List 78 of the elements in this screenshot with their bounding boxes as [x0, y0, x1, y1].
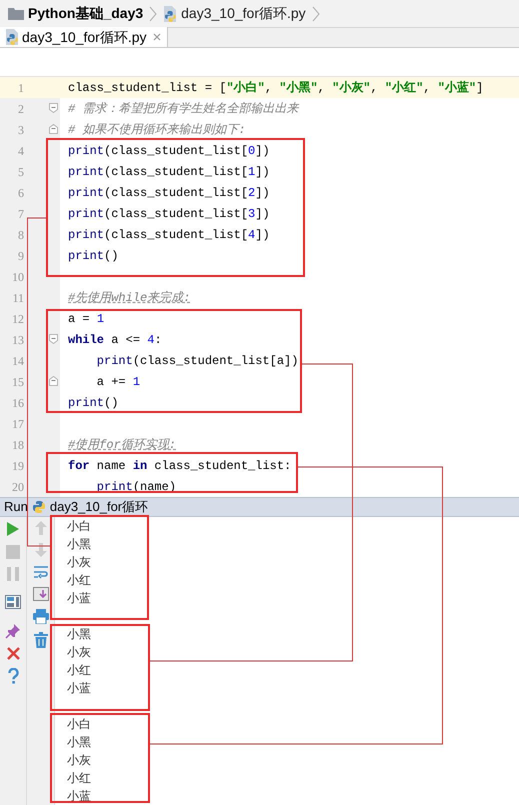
- trash-icon[interactable]: [34, 632, 48, 648]
- output-line: 小灰: [67, 554, 92, 571]
- code-line: #先使用while来完成:: [68, 290, 190, 306]
- code-line: # 如果不使用循环来输出则如下:: [68, 122, 246, 138]
- output-line: 小黑: [67, 734, 92, 751]
- pin-icon[interactable]: [5, 623, 21, 639]
- code-line: print(class_student_list[3]): [68, 206, 270, 222]
- line-number: 7: [17, 206, 24, 222]
- output-line: 小红: [67, 572, 92, 589]
- line-number: 14: [11, 352, 24, 370]
- line-number: 10: [11, 268, 24, 286]
- code-line: print(class_student_list[0]): [68, 142, 270, 160]
- line-number: 12: [11, 310, 24, 328]
- file-tab[interactable]: day3_10_for循环.py: [0, 27, 168, 47]
- output-line: 小黑: [67, 626, 92, 643]
- down-arrow-icon[interactable]: [34, 543, 46, 557]
- code-line: #使用for循环实现:: [68, 436, 176, 454]
- soft-wrap-icon[interactable]: [32, 565, 48, 579]
- line-number: 13: [11, 332, 24, 348]
- output-line: 小红: [67, 662, 92, 679]
- line-number: 17: [11, 416, 24, 432]
- line-number: 20: [11, 478, 24, 496]
- line-number: 1: [17, 80, 24, 96]
- print-icon[interactable]: [32, 609, 48, 624]
- code-line: print(name): [96, 478, 176, 496]
- python-file-icon: [163, 6, 178, 22]
- code-line: for name in class_student_list:: [68, 458, 292, 474]
- chevron-icon: [312, 6, 320, 22]
- run-icon[interactable]: [6, 521, 20, 537]
- folder-icon: [8, 7, 24, 20]
- line-number: 4: [17, 142, 24, 160]
- close-icon[interactable]: [152, 33, 161, 41]
- breadcrumb-item[interactable]: Python基础_day3: [28, 3, 144, 24]
- line-number: 15: [11, 374, 24, 390]
- output-line: 小黑: [67, 536, 92, 553]
- line-number: 8: [17, 226, 24, 244]
- help-icon[interactable]: [8, 668, 18, 684]
- layout-icon[interactable]: [5, 595, 21, 609]
- line-number: 2: [17, 100, 24, 118]
- run-config-name[interactable]: day3_10_for循环: [50, 497, 148, 517]
- line-number: 5: [17, 164, 24, 180]
- code-line: print(class_student_list[4]): [68, 226, 270, 244]
- line-number: 3: [17, 122, 24, 138]
- code-line: print(class_student_list[1]): [68, 164, 270, 180]
- chevron-icon: [149, 6, 158, 22]
- line-number: 9: [17, 248, 24, 264]
- python-file-icon: [5, 29, 19, 45]
- fold-marker-icon[interactable]: [49, 334, 58, 344]
- output-line: 小蓝: [67, 680, 92, 697]
- line-number: 11: [11, 290, 24, 306]
- code-line: print(): [68, 248, 118, 264]
- fold-marker-icon[interactable]: [49, 103, 58, 113]
- line-number: 18: [11, 436, 24, 454]
- code-line: a += 1: [96, 374, 140, 390]
- output-line: 小灰: [67, 752, 92, 769]
- line-number: 16: [11, 394, 24, 412]
- output-line: 小蓝: [67, 590, 92, 607]
- code-line: # 需求：希望把所有学生姓名全部输出出来: [68, 100, 298, 118]
- panel-title: Run: [4, 498, 28, 516]
- code-line: print(class_student_list[2]): [68, 184, 270, 202]
- code-line: print(class_student_list[a]): [96, 352, 298, 370]
- fold-marker-icon[interactable]: [49, 124, 58, 134]
- code-line: while a <= 4:: [68, 332, 162, 348]
- output-line: 小蓝: [67, 788, 92, 805]
- output-line: 小红: [67, 770, 92, 787]
- breadcrumb-item[interactable]: day3_10_for循环.py: [181, 3, 306, 24]
- line-number: 19: [11, 458, 24, 474]
- code-line: print(): [68, 394, 118, 412]
- output-line: 小灰: [67, 644, 92, 661]
- output-line: 小白: [67, 518, 92, 535]
- python-file-icon: [32, 500, 46, 514]
- close-icon[interactable]: [6, 647, 20, 660]
- code-line: class_student_list = ["小白", "小黑", "小灰", "小红", "小蓝"]: [68, 80, 484, 96]
- fold-marker-icon[interactable]: [49, 376, 58, 386]
- output-line: 小白: [67, 716, 92, 733]
- code-line: a = 1: [68, 310, 104, 328]
- scroll-to-end-icon[interactable]: [32, 587, 48, 601]
- line-number: 6: [17, 184, 24, 202]
